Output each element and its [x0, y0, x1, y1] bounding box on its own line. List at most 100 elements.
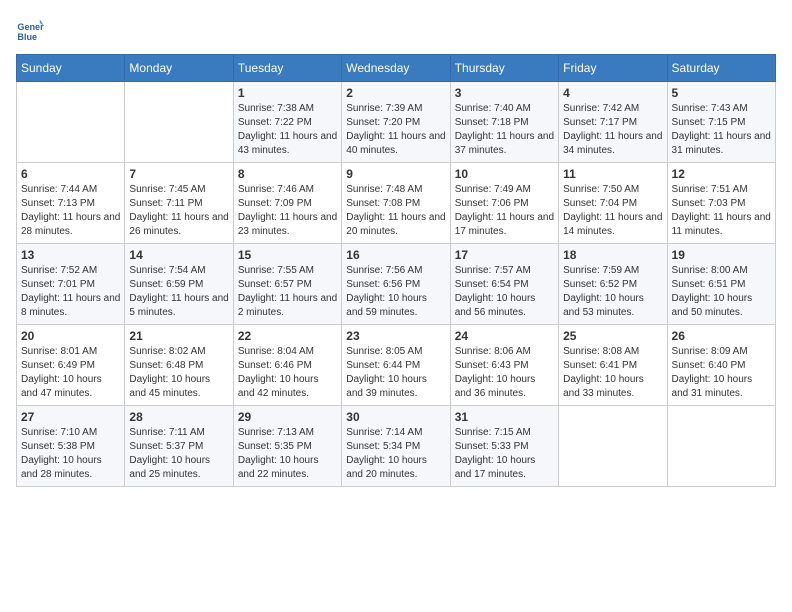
logo: General Blue [16, 16, 44, 44]
day-info: Sunrise: 7:50 AMSunset: 7:04 PMDaylight:… [563, 183, 662, 239]
calendar-day-cell: 10Sunrise: 7:49 AMSunset: 7:06 PMDayligh… [450, 163, 558, 244]
page-header: General Blue [16, 16, 776, 44]
day-number: 12 [672, 167, 771, 181]
calendar-day-cell: 9Sunrise: 7:48 AMSunset: 7:08 PMDaylight… [342, 163, 450, 244]
day-number: 22 [238, 329, 337, 343]
day-number: 29 [238, 410, 337, 424]
day-info: Sunrise: 7:56 AMSunset: 6:56 PMDaylight:… [346, 264, 445, 320]
calendar-day-cell: 20 Sunrise: 8:01 AMSunset: 6:49 PMDayligh… [17, 325, 125, 406]
day-info: Sunrise: 7:39 AMSunset: 7:20 PMDaylight:… [346, 102, 445, 158]
calendar-table: SundayMondayTuesdayWednesdayThursdayFrid… [16, 54, 776, 487]
calendar-day-cell: 18 Sunrise: 7:59 AMSunset: 6:52 PMDayligh… [559, 244, 667, 325]
calendar-day-cell: 16 Sunrise: 7:56 AMSunset: 6:56 PMDayligh… [342, 244, 450, 325]
day-info: Sunrise: 7:43 AMSunset: 7:15 PMDaylight:… [672, 102, 771, 158]
day-info: Sunrise: 7:48 AMSunset: 7:08 PMDaylight:… [346, 183, 445, 239]
calendar-day-cell: 3 Sunrise: 7:40 AMSunset: 7:18 PMDaylight… [450, 82, 558, 163]
day-info: Sunrise: 7:13 AMSunset: 5:35 PMDaylight:… [238, 426, 337, 482]
day-info: Sunrise: 7:57 AMSunset: 6:54 PMDaylight:… [455, 264, 554, 320]
day-number: 18 [563, 248, 662, 262]
calendar-day-cell: 25 Sunrise: 8:08 AMSunset: 6:41 PMDayligh… [559, 325, 667, 406]
day-number: 17 [455, 248, 554, 262]
day-number: 4 [563, 86, 662, 100]
calendar-day-cell: 22 Sunrise: 8:04 AMSunset: 6:46 PMDayligh… [233, 325, 341, 406]
calendar-day-cell: 13 Sunrise: 7:52 AMSunset: 7:01 PMDayligh… [17, 244, 125, 325]
day-of-week-header: Monday [125, 55, 233, 82]
calendar-day-cell: 1Sunrise: 7:38 AMSunset: 7:22 PMDaylight… [233, 82, 341, 163]
day-info: Sunrise: 8:04 AMSunset: 6:46 PMDaylight:… [238, 345, 337, 401]
day-number: 20 [21, 329, 120, 343]
day-number: 5 [672, 86, 771, 100]
day-number: 1 [238, 86, 337, 100]
day-info: Sunrise: 7:10 AMSunset: 5:38 PMDaylight:… [21, 426, 120, 482]
day-of-week-header: Tuesday [233, 55, 341, 82]
day-info: Sunrise: 7:15 AMSunset: 5:33 PMDaylight:… [455, 426, 554, 482]
day-of-week-header: Thursday [450, 55, 558, 82]
calendar-day-cell [559, 406, 667, 487]
calendar-day-cell [17, 82, 125, 163]
logo-icon: General Blue [16, 16, 44, 44]
calendar-day-cell: 4 Sunrise: 7:42 AMSunset: 7:17 PMDaylight… [559, 82, 667, 163]
day-number: 16 [346, 248, 445, 262]
day-info: Sunrise: 7:54 AMSunset: 6:59 PMDaylight:… [129, 264, 228, 320]
day-of-week-header: Wednesday [342, 55, 450, 82]
day-number: 8 [238, 167, 337, 181]
day-of-week-header: Friday [559, 55, 667, 82]
day-of-week-header: Saturday [667, 55, 775, 82]
calendar-day-cell: 27Sunrise: 7:10 AMSunset: 5:38 PMDayligh… [17, 406, 125, 487]
calendar-day-cell: 12 Sunrise: 7:51 AMSunset: 7:03 PMDayligh… [667, 163, 775, 244]
day-number: 13 [21, 248, 120, 262]
day-info: Sunrise: 8:05 AMSunset: 6:44 PMDaylight:… [346, 345, 445, 401]
day-info: Sunrise: 7:40 AMSunset: 7:18 PMDaylight:… [455, 102, 554, 158]
day-number: 3 [455, 86, 554, 100]
day-info: Sunrise: 8:01 AMSunset: 6:49 PMDaylight:… [21, 345, 120, 401]
calendar-day-cell: 24 Sunrise: 8:06 AMSunset: 6:43 PMDayligh… [450, 325, 558, 406]
calendar-day-cell: 29 Sunrise: 7:13 AMSunset: 5:35 PMDayligh… [233, 406, 341, 487]
day-number: 19 [672, 248, 771, 262]
day-number: 31 [455, 410, 554, 424]
day-info: Sunrise: 7:51 AMSunset: 7:03 PMDaylight:… [672, 183, 771, 239]
day-info: Sunrise: 8:09 AMSunset: 6:40 PMDaylight:… [672, 345, 771, 401]
day-info: Sunrise: 7:42 AMSunset: 7:17 PMDaylight:… [563, 102, 662, 158]
day-info: Sunrise: 8:02 AMSunset: 6:48 PMDaylight:… [129, 345, 228, 401]
day-info: Sunrise: 7:46 AMSunset: 7:09 PMDaylight:… [238, 183, 337, 239]
day-info: Sunrise: 8:06 AMSunset: 6:43 PMDaylight:… [455, 345, 554, 401]
calendar-day-cell: 19 Sunrise: 8:00 AMSunset: 6:51 PMDayligh… [667, 244, 775, 325]
day-number: 7 [129, 167, 228, 181]
calendar-day-cell: 2Sunrise: 7:39 AMSunset: 7:20 PMDaylight… [342, 82, 450, 163]
day-number: 26 [672, 329, 771, 343]
day-info: Sunrise: 7:44 AMSunset: 7:13 PMDaylight:… [21, 183, 120, 239]
day-info: Sunrise: 7:55 AMSunset: 6:57 PMDaylight:… [238, 264, 337, 320]
svg-text:Blue: Blue [17, 32, 37, 42]
calendar-day-cell: 7 Sunrise: 7:45 AMSunset: 7:11 PMDaylight… [125, 163, 233, 244]
day-of-week-header: Sunday [17, 55, 125, 82]
calendar-day-cell: 11 Sunrise: 7:50 AMSunset: 7:04 PMDayligh… [559, 163, 667, 244]
calendar-week-row: 13 Sunrise: 7:52 AMSunset: 7:01 PMDayligh… [17, 244, 776, 325]
calendar-day-cell: 23 Sunrise: 8:05 AMSunset: 6:44 PMDayligh… [342, 325, 450, 406]
calendar-week-row: 6 Sunrise: 7:44 AMSunset: 7:13 PMDaylight… [17, 163, 776, 244]
day-info: Sunrise: 7:52 AMSunset: 7:01 PMDaylight:… [21, 264, 120, 320]
calendar-day-cell: 31 Sunrise: 7:15 AMSunset: 5:33 PMDayligh… [450, 406, 558, 487]
calendar-day-cell: 15Sunrise: 7:55 AMSunset: 6:57 PMDayligh… [233, 244, 341, 325]
calendar-week-row: 20 Sunrise: 8:01 AMSunset: 6:49 PMDayligh… [17, 325, 776, 406]
day-number: 6 [21, 167, 120, 181]
day-number: 14 [129, 248, 228, 262]
day-info: Sunrise: 7:14 AMSunset: 5:34 PMDaylight:… [346, 426, 445, 482]
day-info: Sunrise: 7:59 AMSunset: 6:52 PMDaylight:… [563, 264, 662, 320]
day-number: 23 [346, 329, 445, 343]
day-number: 28 [129, 410, 228, 424]
day-number: 25 [563, 329, 662, 343]
calendar-day-cell: 14 Sunrise: 7:54 AMSunset: 6:59 PMDayligh… [125, 244, 233, 325]
calendar-day-cell: 21Sunrise: 8:02 AMSunset: 6:48 PMDayligh… [125, 325, 233, 406]
day-info: Sunrise: 8:08 AMSunset: 6:41 PMDaylight:… [563, 345, 662, 401]
calendar-week-row: 1Sunrise: 7:38 AMSunset: 7:22 PMDaylight… [17, 82, 776, 163]
calendar-day-cell: 5 Sunrise: 7:43 AMSunset: 7:15 PMDaylight… [667, 82, 775, 163]
day-number: 24 [455, 329, 554, 343]
svg-text:General: General [17, 22, 44, 32]
day-info: Sunrise: 7:49 AMSunset: 7:06 PMDaylight:… [455, 183, 554, 239]
day-info: Sunrise: 7:45 AMSunset: 7:11 PMDaylight:… [129, 183, 228, 239]
calendar-day-cell: 28Sunrise: 7:11 AMSunset: 5:37 PMDayligh… [125, 406, 233, 487]
day-info: Sunrise: 8:00 AMSunset: 6:51 PMDaylight:… [672, 264, 771, 320]
day-number: 11 [563, 167, 662, 181]
calendar-header-row: SundayMondayTuesdayWednesdayThursdayFrid… [17, 55, 776, 82]
calendar-day-cell: 30Sunrise: 7:14 AMSunset: 5:34 PMDayligh… [342, 406, 450, 487]
